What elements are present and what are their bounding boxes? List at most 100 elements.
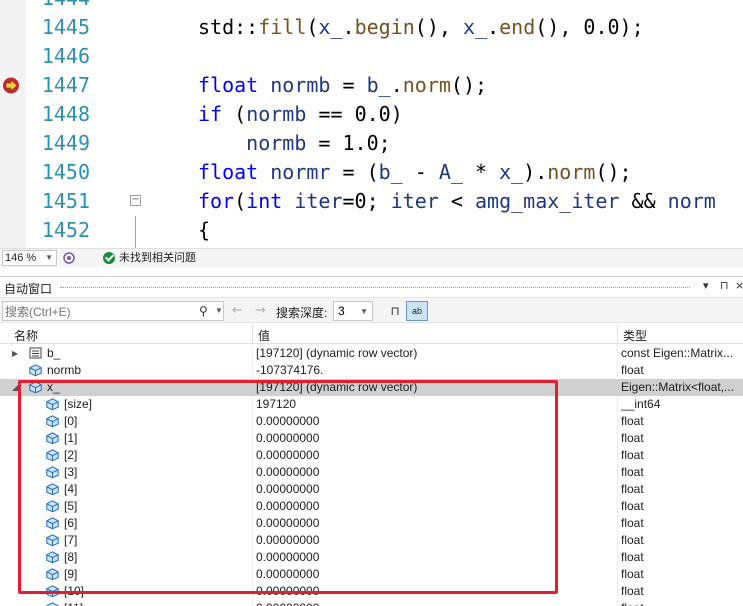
pin-window-icon[interactable]: ⊓ [720,279,729,292]
window-menu-icon[interactable]: ▾ [703,279,709,292]
code-line[interactable]: 1450 float normr = (b_ - A_ * x_).norm(); [0,158,743,187]
column-header-name[interactable]: 名称 [14,327,38,344]
search-depth-label: 搜索深度: [276,306,328,320]
line-number: 1447 [41,73,90,97]
code-token: norm [547,160,596,184]
column-divider[interactable] [617,324,618,344]
code-token: ( [222,102,247,126]
variable-type: float [621,516,644,530]
code-line[interactable]: 1447 float normb = b_.norm(); [0,71,743,100]
variable-type: float [621,600,739,606]
line-number: 1446 [41,44,90,68]
code-line[interactable]: 1445 std::fill(x_.begin(), x_.end(), 0.0)… [0,13,743,42]
variable-type: float [621,363,644,377]
variable-type: float [621,448,644,462]
outline-guide [135,216,136,248]
breakpoint-current-icon[interactable] [2,77,22,94]
code-token: . [487,15,500,39]
code-text: float normb = b_.norm(); [198,71,487,100]
variable-type: __int64 [621,397,661,411]
code-token: norm [402,73,451,97]
code-line[interactable]: 1451 − for(int iter=0; iter < amg_max_iter… [0,187,743,216]
search-icon[interactable]: ⚲ [199,304,208,318]
code-token: && [619,189,668,213]
code-token: * [462,160,500,184]
variable-type: float [621,465,644,479]
back-arrow-icon[interactable]: ← [232,303,243,318]
code-token: { [198,218,211,242]
code-token: for [198,189,235,213]
code-text: for(int iter=0; iter < amg_max_iter && n… [198,187,716,216]
variable-type: float [621,533,644,547]
code-token: begin [354,15,415,39]
variable-value[interactable]: -107374176. [256,362,323,379]
code-line[interactable]: 1452 { [0,216,743,245]
expand-arrow-icon[interactable]: ▶ [12,345,18,362]
code-token: ( [234,189,247,213]
code-token: < [438,189,475,213]
variable-icon [29,364,42,376]
code-token: A_ [438,160,463,184]
variable-type: float [621,482,644,496]
variable-row[interactable]: [11] 0.00000000 float [0,600,743,606]
variable-value[interactable]: 0.00000000 [256,600,319,606]
code-token: float [198,160,271,184]
code-token: =0; [342,189,391,213]
search-depth-dropdown[interactable]: 3 ▼ [333,301,373,321]
code-token: normb [246,102,307,126]
variable-type: Eigen::Matrix<float,... [621,380,735,394]
variable-type: float [621,431,644,445]
variable-name: normb [47,363,82,377]
zoom-dropdown[interactable]: 146 % ▼ [2,250,57,266]
variable-row[interactable]: normb -107374176. float [0,362,743,379]
variable-value[interactable]: [197120] (dynamic row vector) [256,345,417,362]
close-icon[interactable]: × [735,279,743,292]
grid-header: 名称 值 类型 [0,324,743,344]
code-token: if [198,102,223,126]
code-token: (), 0.0); [535,15,644,39]
variable-type: float [621,550,644,564]
search-box: ⚲ ▼ [2,301,224,321]
issues-status-text[interactable]: 未找到相关问题 [119,251,196,265]
code-token: . [390,73,403,97]
forward-arrow-icon[interactable]: → [255,303,266,318]
column-divider[interactable] [252,324,253,344]
code-token: normb [270,73,331,97]
line-number: 1451 [41,189,90,213]
autos-title-bar: 自动窗口 ▾ ⊓ × [0,277,743,297]
code-text: std::fill(x_.begin(), x_.end(), 0.0); [198,13,644,42]
code-token: amg_max_iter [474,189,620,213]
code-token: = [330,73,367,97]
code-line[interactable]: 1448 if (normb == 0.0) [0,100,743,129]
intellicode-icon[interactable] [62,251,76,265]
code-token: norm [667,189,716,213]
code-token: == 0.0) [306,102,403,126]
autos-title: 自动窗口 [4,282,53,296]
code-token: (); [595,160,632,184]
editor-status-bar: 146 % ▼ 未找到相关问题 [0,248,743,267]
code-line[interactable]: 1449 normb = 1.0; [0,129,743,158]
check-circle-icon [103,252,115,264]
variable-name: b_ [47,346,61,360]
field-icon [29,347,42,359]
code-token: b_ [378,160,403,184]
hex-display-button[interactable]: ab [406,301,428,321]
code-token: (); [450,73,488,97]
code-token: = ( [330,160,379,184]
chevron-down-icon[interactable]: ▼ [215,306,223,315]
code-text: if (normb == 0.0) [198,100,403,129]
title-grip [60,287,690,288]
line-number: 1448 [41,102,90,126]
code-token: fill [258,15,307,39]
pin-icon[interactable]: ⊓ [386,301,404,321]
collapse-region-icon[interactable]: − [130,195,141,206]
code-editor[interactable]: 14441445std::fill(x_.begin(), x_.end(), … [0,0,743,248]
search-input[interactable] [5,304,193,319]
variable-row[interactable]: ▶ b_ [197120] (dynamic row vector) const Ei… [0,345,743,362]
code-line[interactable]: 1446 [0,42,743,71]
code-token: - [402,160,439,184]
column-header-type[interactable]: 类型 [623,327,647,344]
variable-type: const Eigen::Matrix... [621,346,734,360]
column-header-value[interactable]: 值 [258,327,270,344]
code-line[interactable]: 1444 [0,0,743,13]
